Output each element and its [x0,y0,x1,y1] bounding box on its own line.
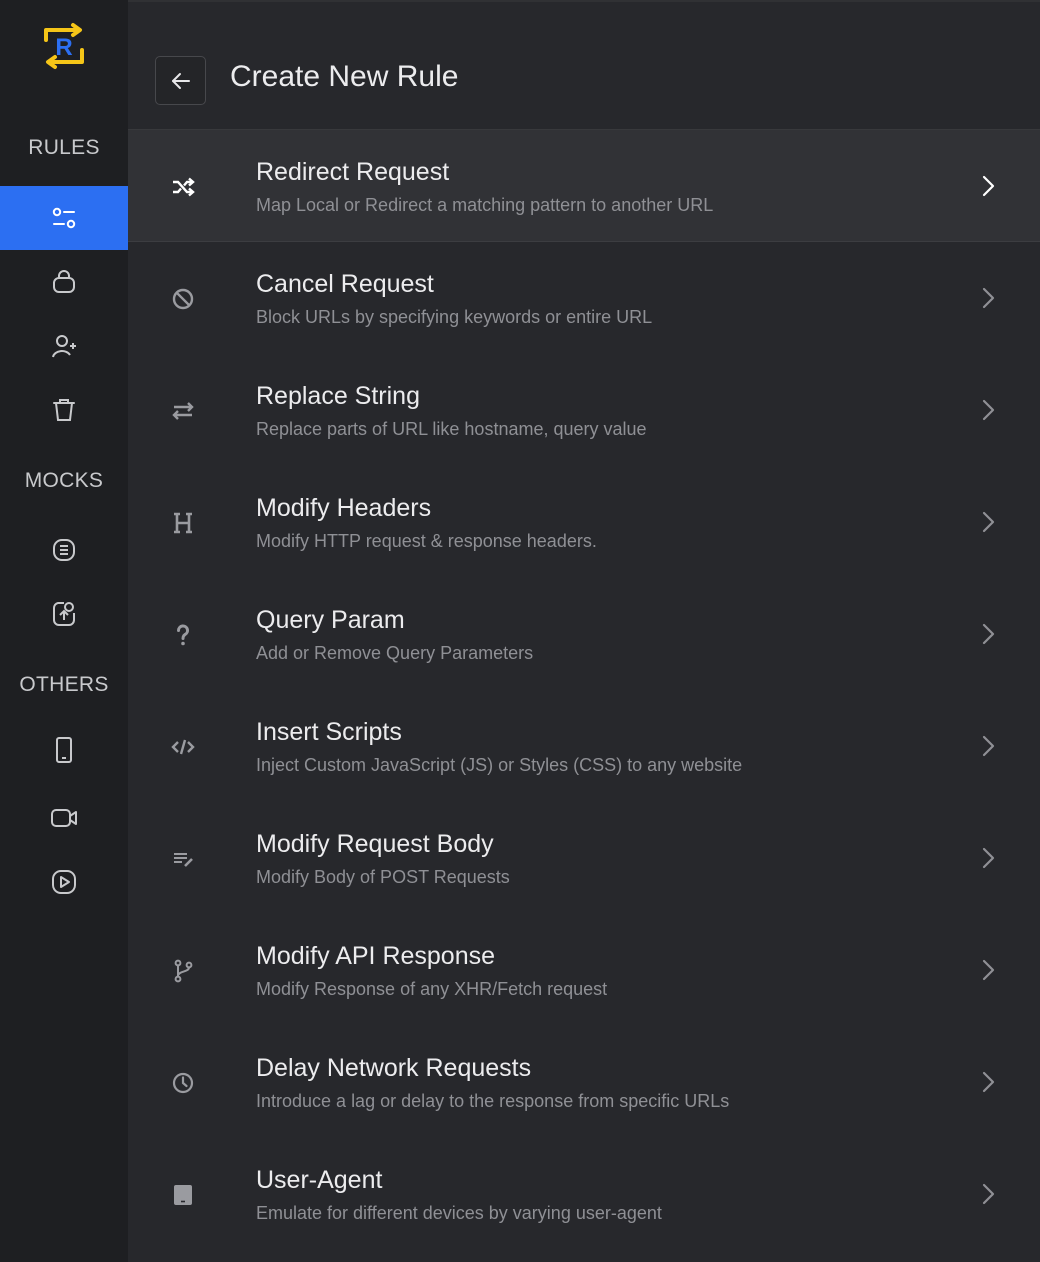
video-icon [51,809,77,827]
rule-title: Replace String [256,382,420,410]
rule-option-replace-string[interactable]: Replace String Replace parts of URL like… [128,354,1040,466]
sidebar: R RULES MOCKS OTHERS [0,0,128,1262]
rule-title: Modify API Response [256,942,496,970]
rule-option-redirect-request[interactable]: Redirect Request Map Local or Redirect a… [128,130,1040,242]
sidebar-item-shared[interactable] [0,314,128,378]
edit-lines-icon [168,844,198,874]
arrow-left-icon [171,72,190,89]
chevron-right-icon [976,1181,1000,1207]
mobile-icon [56,737,72,763]
chevron-right-icon [976,621,1000,647]
back-button[interactable] [155,56,206,105]
sidebar-item-video[interactable] [0,786,128,850]
rule-option-delay-network-requests[interactable]: Delay Network Requests Introduce a lag o… [128,1026,1040,1138]
rule-title: Cancel Request [256,270,434,298]
section-label-others: OTHERS [19,673,109,696]
app-logo[interactable]: R [38,20,90,72]
rule-option-modify-request-body[interactable]: Modify Request Body Modify Body of POST … [128,802,1040,914]
section-label-rules: RULES [28,136,100,159]
chevron-right-icon [976,173,1000,199]
swap-icon [168,396,198,426]
rule-description: Introduce a lag or delay to the response… [256,1091,730,1111]
section-label-mocks: MOCKS [24,469,104,492]
file-list-icon [53,539,75,561]
rule-description: Emulate for different devices by varying… [256,1203,662,1223]
rule-option-modify-api-response[interactable]: Modify API Response Modify Response of a… [128,914,1040,1026]
chevron-right-icon [976,845,1000,871]
rule-title: Modify Request Body [256,830,494,858]
play-icon [52,870,76,894]
rule-title: Insert Scripts [256,718,402,746]
clock-icon [168,1068,198,1098]
tablet-icon [168,1180,198,1210]
block-icon [168,284,198,314]
rule-description: Replace parts of URL like hostname, quer… [256,419,647,439]
rule-description: Modify Body of POST Requests [256,867,510,887]
sidebar-item-sessions[interactable] [0,250,128,314]
sidebar-item-trash[interactable] [0,378,128,442]
header-h-icon [168,508,198,538]
chevron-right-icon [976,397,1000,423]
rule-option-cancel-request[interactable]: Cancel Request Block URLs by specifying … [128,242,1040,354]
rule-description: Modify Response of any XHR/Fetch request [256,979,608,999]
rule-option-user-agent[interactable]: User-Agent Emulate for different devices… [128,1138,1040,1250]
rule-type-list: Redirect Request Map Local or Redirect a… [128,130,1040,1250]
rule-description: Modify HTTP request & response headers. [256,531,597,551]
rule-description: Inject Custom JavaScript (JS) or Styles … [256,755,743,775]
main-panel: Create New Rule Redirect Request Map Loc… [128,0,1040,1262]
question-icon [168,620,198,650]
rule-title: Modify Headers [256,494,432,522]
chevron-right-icon [976,285,1000,311]
sidebar-item-files[interactable] [0,518,128,582]
rule-option-modify-headers[interactable]: Modify Headers Modify HTTP request & res… [128,466,1040,578]
branch-icon [168,956,198,986]
rules-icon [52,207,76,229]
user-plus-icon [52,335,76,358]
rule-title: User-Agent [256,1166,383,1194]
page-header: Create New Rule [128,2,1040,130]
rule-title: Query Param [256,606,405,634]
shuffle-icon [168,172,198,202]
upload-file-icon [53,602,75,626]
sidebar-item-mobile[interactable] [0,718,128,782]
chevron-right-icon [976,733,1000,759]
rule-description: Block URLs by specifying keywords or ent… [256,307,653,327]
code-icon [168,732,198,762]
rule-option-query-param[interactable]: Query Param Add or Remove Query Paramete… [128,578,1040,690]
chevron-right-icon [976,957,1000,983]
rule-option-insert-scripts[interactable]: Insert Scripts Inject Custom JavaScript … [128,690,1040,802]
trash-icon [53,399,75,421]
rule-description: Map Local or Redirect a matching pattern… [256,195,714,215]
sidebar-item-rules[interactable] [0,186,128,250]
sidebar-item-play[interactable] [0,850,128,914]
chevron-right-icon [976,509,1000,535]
sidebar-item-mock-upload[interactable] [0,582,128,646]
rule-title: Delay Network Requests [256,1054,532,1082]
chevron-right-icon [976,1069,1000,1095]
shopping-bag-icon [53,270,75,293]
rule-description: Add or Remove Query Parameters [256,643,534,663]
page-title: Create New Rule [230,60,459,93]
rule-title: Redirect Request [256,158,450,186]
logo-letter: R [55,34,72,61]
